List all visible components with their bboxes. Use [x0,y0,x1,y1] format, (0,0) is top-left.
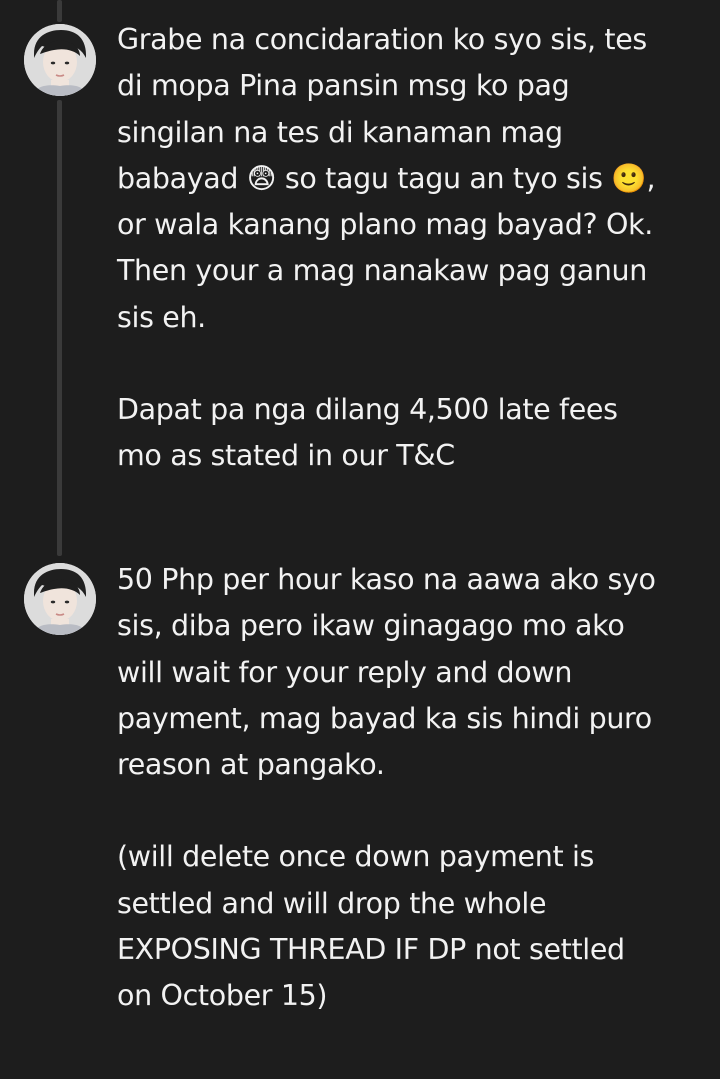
tweet-paragraph: Grabe na concidaration ko syo sis, tes d… [117,23,656,334]
avatar[interactable] [24,563,96,635]
tweet-body: 50 Php per hour kaso na aawa ako syo sis… [117,557,707,1020]
tweet-paragraph: (will delete once down payment is settle… [117,840,625,1013]
thread-connector-line [57,100,62,556]
tweet-paragraph: Dapat pa nga dilang 4,500 late fees mo a… [117,393,618,473]
profile-photo-icon [24,563,96,635]
tweet-body: Grabe na concidaration ko syo sis, tes d… [117,17,707,480]
thread-connector-line [57,0,62,22]
tweet-paragraph: 50 Php per hour kaso na aawa ako syo sis… [117,563,656,782]
profile-photo-icon [24,24,96,96]
avatar[interactable] [24,24,96,96]
